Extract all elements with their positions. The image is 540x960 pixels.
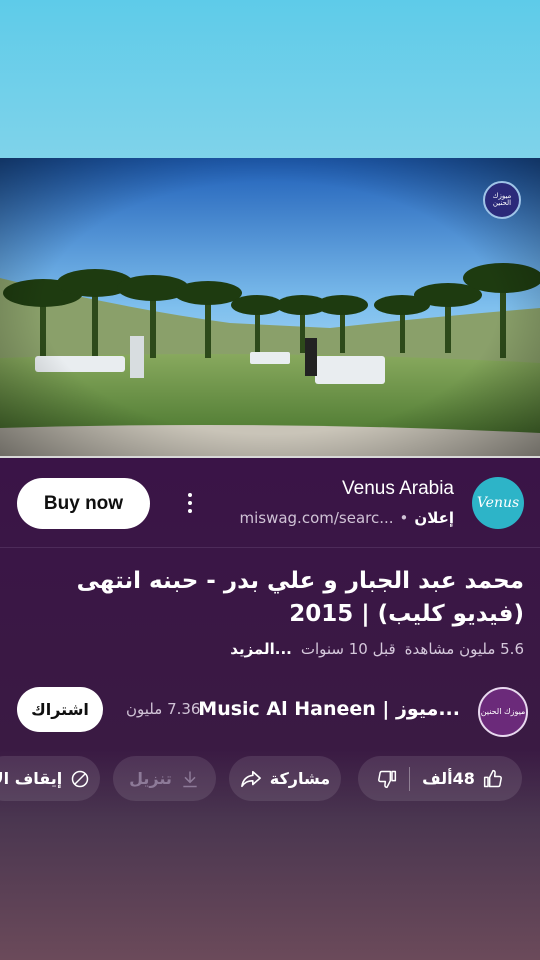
share-button[interactable]: مشاركة — [229, 756, 341, 801]
ad-advertiser-logo[interactable]: Venus — [472, 477, 524, 529]
view-count: 5.6 مليون مشاهدة — [404, 640, 524, 658]
video-title[interactable]: محمد عبد الجبار و علي بدر - حبنه انتهى (… — [18, 565, 524, 631]
download-button[interactable]: تنزيل — [113, 756, 216, 801]
more-link[interactable]: ...المزيد — [230, 640, 292, 658]
video-player[interactable]: ميوزك الحنين — [0, 158, 540, 458]
video-frame-illustration — [0, 158, 540, 458]
subscribe-button[interactable]: اشتراك — [17, 687, 103, 732]
channel-watermark: ميوزك الحنين — [483, 181, 521, 219]
share-label: مشاركة — [269, 769, 331, 788]
more-options-icon[interactable] — [178, 488, 202, 518]
block-icon — [72, 770, 89, 787]
video-meta[interactable]: 5.6 مليون مشاهدة قبل 10 سنوات ...المزيد — [230, 640, 524, 658]
download-label: تنزيل — [129, 769, 172, 788]
like-count: 48ألف — [422, 769, 475, 788]
top-background — [0, 0, 540, 158]
like-separator — [409, 766, 411, 791]
upload-age: قبل 10 سنوات — [300, 640, 396, 658]
buy-now-button[interactable]: Buy now — [17, 478, 150, 529]
dislike-button[interactable] — [377, 769, 397, 789]
stop-ads-label: إيقاف الإ — [0, 769, 63, 788]
subscriber-count: 7.36 مليون — [126, 700, 201, 718]
thumbs-down-icon — [378, 770, 397, 788]
like-button[interactable]: 48ألف — [422, 769, 503, 789]
ad-url: miswag.com/searc... — [239, 509, 394, 527]
channel-name[interactable]: Music Al Haneen | ميوز... — [198, 698, 460, 720]
share-icon — [240, 770, 261, 787]
ad-dot-separator: • — [399, 509, 409, 527]
download-icon — [183, 771, 197, 787]
thumbs-up-icon — [483, 769, 502, 787]
like-dislike-chip: 48ألف — [358, 756, 522, 801]
channel-avatar[interactable]: ميوزك الحنين — [478, 687, 528, 737]
divider — [0, 547, 540, 548]
ad-title[interactable]: Venus Arabia — [342, 478, 454, 500]
ad-tag: إعلان — [414, 509, 454, 527]
stop-ads-button[interactable]: إيقاف الإ — [0, 756, 100, 801]
ad-meta: إعلان • miswag.com/searc... — [239, 509, 454, 527]
